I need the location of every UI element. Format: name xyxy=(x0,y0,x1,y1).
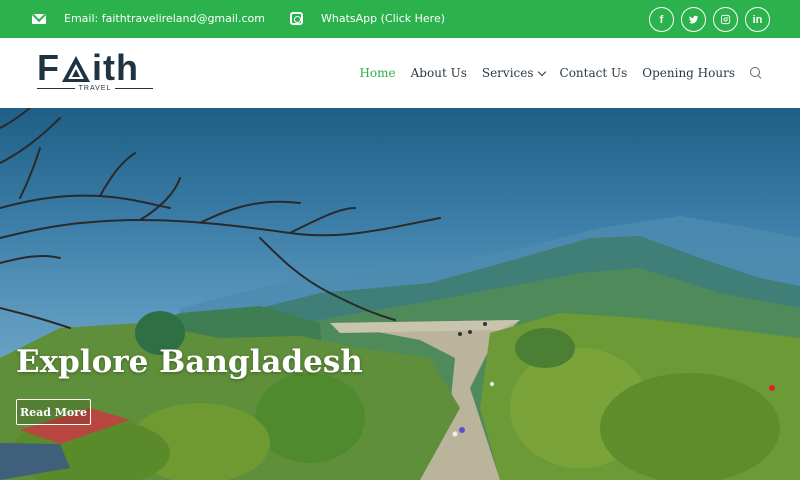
social-links: f in xyxy=(649,7,770,32)
twitter-icon[interactable] xyxy=(681,7,706,32)
email-contact[interactable]: Email: faithtravelireland@gmail.com xyxy=(32,12,265,25)
logo-triangle-icon xyxy=(62,56,90,82)
chevron-down-icon xyxy=(537,67,546,76)
whatsapp-contact[interactable]: WhatsApp (Click Here) xyxy=(290,12,445,25)
linkedin-icon[interactable]: in xyxy=(745,7,770,32)
nav-services[interactable]: Services xyxy=(481,66,546,80)
mail-icon xyxy=(32,13,46,24)
hero-banner: Explore Bangladesh Read More xyxy=(0,108,800,480)
site-logo[interactable]: F ith TRAVEL xyxy=(37,50,153,94)
nav-about-us[interactable]: About Us xyxy=(411,66,467,80)
hero-title: Explore Bangladesh xyxy=(16,344,363,380)
logo-letters-ith: ith xyxy=(92,47,139,88)
hero-landscape-image xyxy=(0,108,800,480)
logo-wordmark: F ith xyxy=(37,50,153,86)
instagram-icon[interactable] xyxy=(713,7,738,32)
main-nav: Home About Us Services Contact Us Openin… xyxy=(359,66,762,80)
search-icon[interactable] xyxy=(750,67,762,79)
top-contact-bar: Email: faithtravelireland@gmail.com What… xyxy=(0,0,800,38)
logo-letter-f: F xyxy=(37,47,60,88)
site-header: F ith TRAVEL Home About Us Services Cont… xyxy=(0,38,800,108)
whatsapp-link[interactable]: WhatsApp (Click Here) xyxy=(321,12,445,25)
nav-opening-hours[interactable]: Opening Hours xyxy=(642,66,735,80)
nav-home[interactable]: Home xyxy=(359,66,395,80)
facebook-icon[interactable]: f xyxy=(649,7,674,32)
email-text[interactable]: Email: faithtravelireland@gmail.com xyxy=(64,12,265,25)
nav-contact-us[interactable]: Contact Us xyxy=(560,66,628,80)
whatsapp-icon xyxy=(290,12,303,25)
nav-services-label: Services xyxy=(481,66,534,80)
read-more-button[interactable]: Read More xyxy=(16,399,91,425)
